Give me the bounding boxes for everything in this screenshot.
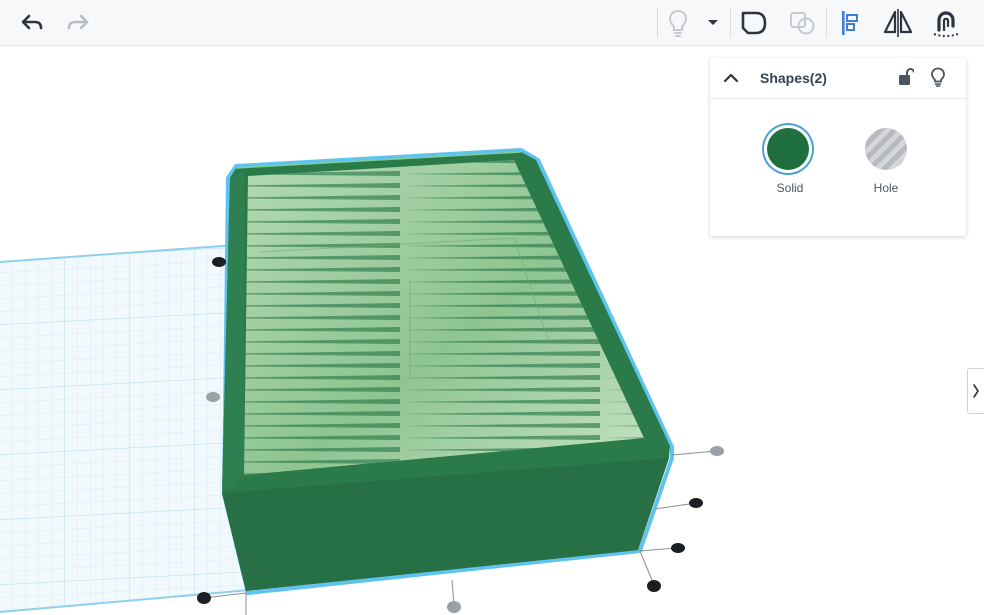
group-button[interactable] [736, 0, 772, 45]
lightbulb-icon [931, 67, 945, 87]
align-icon [842, 10, 858, 35]
toolbar-separator [730, 8, 731, 38]
magnet-cruise-icon [933, 10, 959, 37]
resize-handle [647, 580, 661, 592]
mirror-button[interactable] [880, 0, 916, 45]
solid-color-swatch[interactable] [767, 128, 809, 170]
toolbar-separator [826, 8, 827, 38]
resize-handle [447, 601, 461, 613]
mirror-icon [883, 8, 913, 37]
ungroup-button[interactable] [784, 0, 820, 45]
lock-button[interactable] [895, 66, 917, 88]
notes-dropdown-button[interactable] [702, 0, 724, 45]
shape-inspector-panel: Shapes(2) Solid Hole [710, 58, 966, 236]
chevron-right-icon [973, 384, 979, 398]
resize-handle [197, 592, 211, 604]
selected-box-shape[interactable] [222, 148, 674, 595]
ungroup-shape-icon [790, 11, 815, 34]
panel-title: Shapes(2) [760, 70, 827, 86]
panel-header: Shapes(2) [710, 58, 966, 99]
cruise-button[interactable] [928, 0, 964, 45]
chevron-up-icon [723, 73, 739, 83]
hole-swatch[interactable] [865, 128, 907, 170]
redo-arrow-icon [67, 14, 89, 29]
workplane[interactable] [0, 243, 251, 613]
resize-handle [689, 498, 703, 508]
toolbar [0, 0, 984, 46]
caret-down-icon [708, 19, 718, 25]
side-panel-toggle[interactable] [967, 368, 984, 414]
notes-button[interactable] [662, 0, 694, 45]
align-button[interactable] [834, 0, 868, 45]
collapse-button[interactable] [720, 68, 742, 88]
toolbar-separator [657, 8, 658, 38]
group-shape-icon [741, 11, 767, 34]
solid-label: Solid [776, 181, 804, 195]
resize-handle [212, 257, 226, 267]
light-button[interactable] [927, 65, 949, 89]
undo-arrow-icon [21, 14, 43, 29]
undo-button[interactable] [14, 0, 50, 45]
resize-handle [671, 543, 685, 553]
resize-handle [206, 392, 220, 402]
redo-button[interactable] [60, 0, 96, 45]
tinkercad-editor: Shapes(2) Solid Hole [0, 0, 984, 615]
resize-handle [710, 446, 724, 456]
lightbulb-icon [668, 9, 688, 37]
unlocked-lock-icon [899, 68, 914, 85]
hole-label: Hole [873, 181, 899, 195]
